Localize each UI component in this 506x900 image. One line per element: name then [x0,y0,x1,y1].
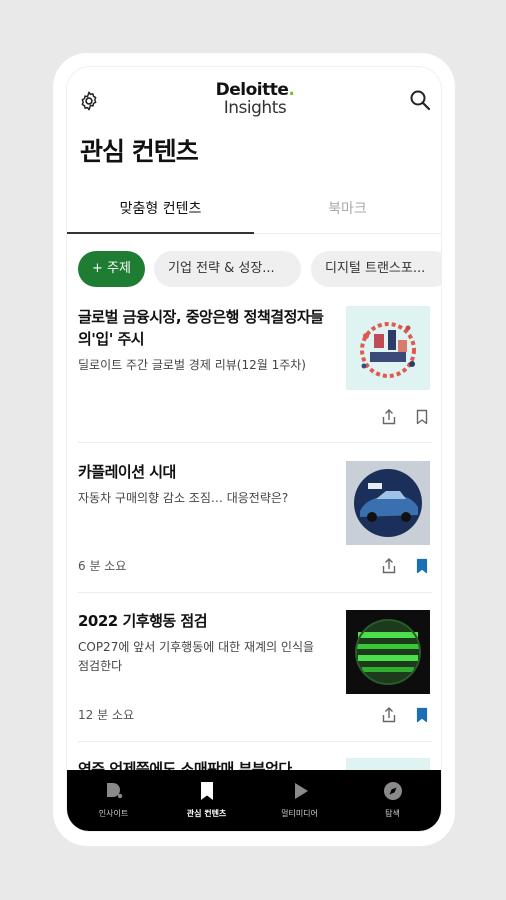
search-icon[interactable] [408,88,432,112]
deloitte-d-icon [107,783,123,799]
article-thumbnail [346,461,430,545]
divider [78,741,432,742]
compass-icon [384,782,402,800]
page-title: 관심 컨텐츠 [80,137,199,166]
topic-chips: + 주제 기업 전략 & 성장... 디지털 트랜스포... [78,251,442,287]
read-time: 6 분 소요 [78,559,127,573]
article-title: 글로벌 금융시장, 중앙은행 정책결정자들의'입' 주시 [78,308,324,348]
read-time: 12 분 소요 [78,708,135,722]
article-card[interactable]: 카플레이션 시대 자동차 구매의향 감소 조짐… 대응전략은? 6 분 소요 [78,461,432,581]
bookmark-icon [201,782,213,800]
share-icon[interactable] [380,706,398,724]
article-thumbnail [346,610,430,694]
article-card[interactable]: 2022 기후행동 점검 COP27에 앞서 기후행동에 대한 재계의 인식을 … [78,610,432,730]
article-thumbnail [346,306,430,390]
topic-chip[interactable]: 기업 전략 & 성장... [154,251,301,287]
article-title: 2022 기후행동 점검 [78,612,208,630]
deloitte-insights-logo: Deloitte. Insights [215,80,295,118]
article-title: 카플레이션 시대 [78,463,176,481]
article-subtitle: COP27에 앞서 기후행동에 대한 재계의 인식을 점검한다 [78,640,315,673]
gear-icon[interactable] [78,90,100,112]
bottom-navigation: 인사이트 관심 컨텐츠 멀티미디어 탐색 [67,770,441,831]
play-icon [295,783,308,799]
article-thumbnail [346,758,430,770]
bookmark-filled-icon[interactable] [413,706,431,724]
nav-explore[interactable]: 탐색 [346,770,439,831]
tab-bookmarks[interactable]: 북마크 [254,190,441,234]
article-subtitle: 딜로이트 주간 글로벌 경제 리뷰(12월 1주차) [78,358,306,372]
article-subtitle: 자동차 구매의향 감소 조짐… 대응전략은? [78,491,289,505]
nav-insights[interactable]: 인사이트 [67,770,160,831]
article-card[interactable]: 연준 언제쯤에도 소매판매 부분없다 [78,758,432,770]
topic-chip[interactable]: 디지털 트랜스포... [311,251,442,287]
share-icon[interactable] [380,408,398,426]
nav-multimedia[interactable]: 멀티미디어 [253,770,346,831]
tab-bar: 맞춤형 컨텐츠 북마크 [67,190,441,234]
divider [78,592,432,593]
bookmark-filled-icon[interactable] [413,557,431,575]
divider [78,442,432,443]
bookmark-outline-icon[interactable] [413,408,431,426]
nav-my-content[interactable]: 관심 컨텐츠 [160,770,253,831]
share-icon[interactable] [380,557,398,575]
add-topic-button[interactable]: + 주제 [78,251,145,287]
article-card[interactable]: 글로벌 금융시장, 중앙은행 정책결정자들의'입' 주시 딜로이트 주간 글로벌… [78,306,432,426]
article-title: 연준 언제쯤에도 소매판매 부분없다 [78,760,292,770]
tab-personalized[interactable]: 맞춤형 컨텐츠 [67,190,254,234]
